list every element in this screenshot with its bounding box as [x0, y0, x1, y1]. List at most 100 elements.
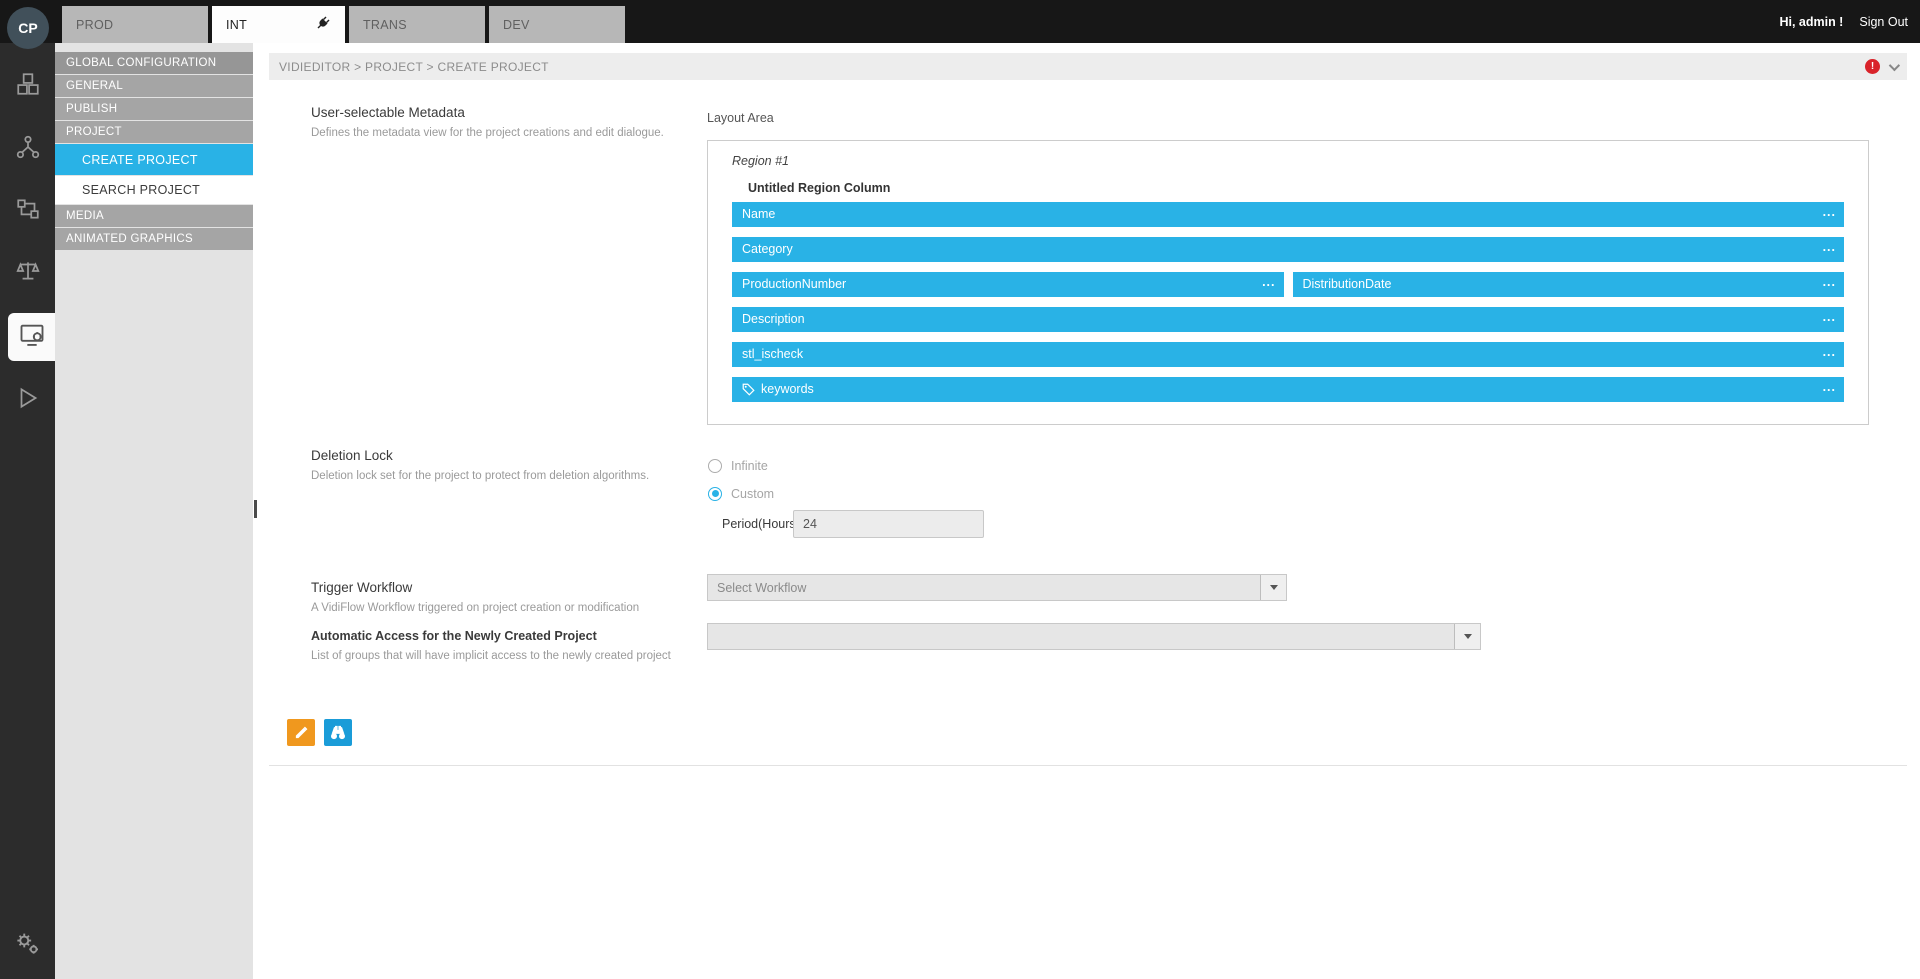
region-column-title: Untitled Region Column	[748, 181, 890, 195]
field-label: ProductionNumber	[742, 272, 846, 297]
trigger-workflow-title: Trigger Workflow	[311, 580, 731, 595]
tab-int-label: INT	[226, 18, 247, 32]
sidebar-splitter[interactable]	[254, 500, 257, 518]
sidebar: GLOBAL CONFIGURATION GENERAL PUBLISH PRO…	[55, 43, 253, 979]
metadata-field-name[interactable]: Name ...	[732, 202, 1844, 227]
sidebar-item-publish[interactable]: PUBLISH	[55, 98, 253, 120]
app-logo-text: CP	[18, 20, 37, 36]
deletion-lock-options: Infinite Custom	[708, 457, 774, 513]
field-options-button[interactable]: ...	[1823, 305, 1836, 330]
metadata-field-stl-ischeck[interactable]: stl_ischeck ...	[732, 342, 1844, 367]
tab-trans[interactable]: TRANS	[349, 6, 485, 43]
app-logo[interactable]: CP	[7, 7, 49, 49]
sidebar-item-project[interactable]: PROJECT	[55, 121, 253, 143]
rail-item-system-settings[interactable]	[0, 923, 55, 967]
edit-button[interactable]	[287, 719, 315, 746]
player-icon	[15, 385, 41, 416]
deletion-lock-title: Deletion Lock	[311, 448, 681, 463]
field-options-button[interactable]: ...	[1262, 270, 1275, 295]
metadata-field-production-number[interactable]: ProductionNumber ...	[732, 272, 1284, 297]
tab-dev-label: DEV	[503, 18, 530, 32]
breadcrumb-bar: VIDIEDITOR > PROJECT > CREATE PROJECT !	[269, 53, 1907, 80]
action-buttons	[287, 719, 352, 746]
breadcrumb: VIDIEDITOR > PROJECT > CREATE PROJECT	[279, 60, 549, 74]
metadata-fields: Name ... Category ... ProductionNumber .…	[732, 202, 1844, 412]
sidebar-item-label: SEARCH PROJECT	[82, 183, 200, 197]
sidebar-item-global-configuration[interactable]: GLOBAL CONFIGURATION	[55, 52, 253, 74]
tab-int[interactable]: INT	[212, 6, 345, 43]
field-options-button[interactable]: ...	[1823, 375, 1836, 400]
binoculars-icon	[330, 725, 346, 740]
metadata-field-keywords[interactable]: keywords ...	[732, 377, 1844, 402]
auto-access-title: Automatic Access for the Newly Created P…	[311, 629, 731, 643]
search-groups-button[interactable]	[324, 719, 352, 746]
rail-item-scales[interactable]	[0, 251, 55, 295]
sidebar-item-label: GENERAL	[66, 80, 123, 92]
sign-out-link[interactable]: Sign Out	[1859, 15, 1908, 29]
tab-prod[interactable]: PROD	[62, 6, 208, 43]
rail-item-network[interactable]	[0, 127, 55, 171]
chevron-down-icon[interactable]	[1889, 59, 1900, 70]
layout-area-label: Layout Area	[707, 111, 774, 125]
sidebar-item-animated-graphics[interactable]: ANIMATED GRAPHICS	[55, 228, 253, 250]
settings-gears-icon	[13, 928, 43, 963]
infinite-radio-label: Infinite	[731, 459, 768, 473]
field-label: keywords	[761, 377, 814, 402]
rail-item-modules[interactable]	[0, 64, 55, 108]
auto-access-section-header: Automatic Access for the Newly Created P…	[311, 629, 731, 662]
user-greeting: Hi, admin !	[1779, 15, 1843, 29]
workflow-dropdown[interactable]: Select Workflow	[707, 574, 1287, 601]
field-label: stl_ischeck	[742, 342, 803, 367]
environment-tabs: PROD INT TRANS DEV	[62, 6, 625, 43]
deletion-lock-description: Deletion lock set for the project to pro…	[311, 470, 681, 482]
metadata-field-distribution-date[interactable]: DistributionDate ...	[1293, 272, 1845, 297]
field-label: Name	[742, 202, 775, 227]
field-options-button[interactable]: ...	[1823, 270, 1836, 295]
metadata-description: Defines the metadata view for the projec…	[311, 127, 681, 139]
sidebar-item-media[interactable]: MEDIA	[55, 205, 253, 227]
plug-icon	[314, 15, 331, 35]
metadata-title: User-selectable Metadata	[311, 105, 681, 120]
trigger-workflow-description: A VidiFlow Workflow triggered on project…	[311, 602, 731, 614]
rail-item-player[interactable]	[0, 378, 55, 422]
workflow-icon	[15, 196, 41, 227]
custom-radio[interactable]	[708, 487, 722, 501]
field-options-button[interactable]: ...	[1823, 235, 1836, 260]
sidebar-item-label: PUBLISH	[66, 103, 117, 115]
auto-access-dropdown[interactable]	[707, 623, 1481, 650]
field-label: Description	[742, 307, 805, 332]
rail-item-workflow[interactable]	[0, 189, 55, 233]
main-content: VIDIEDITOR > PROJECT > CREATE PROJECT ! …	[269, 43, 1920, 979]
sidebar-item-label: PROJECT	[66, 126, 122, 138]
field-options-button[interactable]: ...	[1823, 340, 1836, 365]
pencil-icon	[294, 725, 309, 740]
region-title: Region #1	[732, 154, 789, 168]
field-options-button[interactable]: ...	[1823, 200, 1836, 225]
deletion-lock-section-header: Deletion Lock Deletion lock set for the …	[311, 448, 681, 482]
tab-prod-label: PROD	[76, 18, 113, 32]
topbar: PROD INT TRANS DEV Hi, admin ! Sign Out	[0, 0, 1920, 43]
trigger-workflow-section-header: Trigger Workflow A VidiFlow Workflow tri…	[311, 580, 731, 614]
sidebar-item-label: ANIMATED GRAPHICS	[66, 233, 193, 245]
dropdown-caret-icon[interactable]	[1454, 624, 1480, 649]
sidebar-item-create-project[interactable]: CREATE PROJECT	[55, 144, 253, 175]
sidebar-item-search-project[interactable]: SEARCH PROJECT	[55, 176, 253, 204]
sidebar-item-label: MEDIA	[66, 210, 104, 222]
vidieditor-config-icon	[18, 321, 46, 354]
tab-trans-label: TRANS	[363, 18, 407, 32]
period-hours-input[interactable]	[793, 510, 984, 538]
tab-dev[interactable]: DEV	[489, 6, 625, 43]
rail-item-vidieditor[interactable]	[8, 313, 55, 361]
metadata-section-header: User-selectable Metadata Defines the met…	[311, 105, 681, 139]
network-icon	[15, 134, 41, 165]
metadata-field-description[interactable]: Description ...	[732, 307, 1844, 332]
auto-access-description: List of groups that will have implicit a…	[311, 650, 731, 662]
error-icon[interactable]: !	[1865, 59, 1880, 74]
dropdown-caret-icon[interactable]	[1260, 575, 1286, 600]
metadata-field-category[interactable]: Category ...	[732, 237, 1844, 262]
module-rail	[0, 43, 55, 979]
infinite-radio[interactable]	[708, 459, 722, 473]
sidebar-item-label: GLOBAL CONFIGURATION	[66, 57, 216, 69]
sidebar-item-general[interactable]: GENERAL	[55, 75, 253, 97]
field-label: Category	[742, 237, 793, 262]
